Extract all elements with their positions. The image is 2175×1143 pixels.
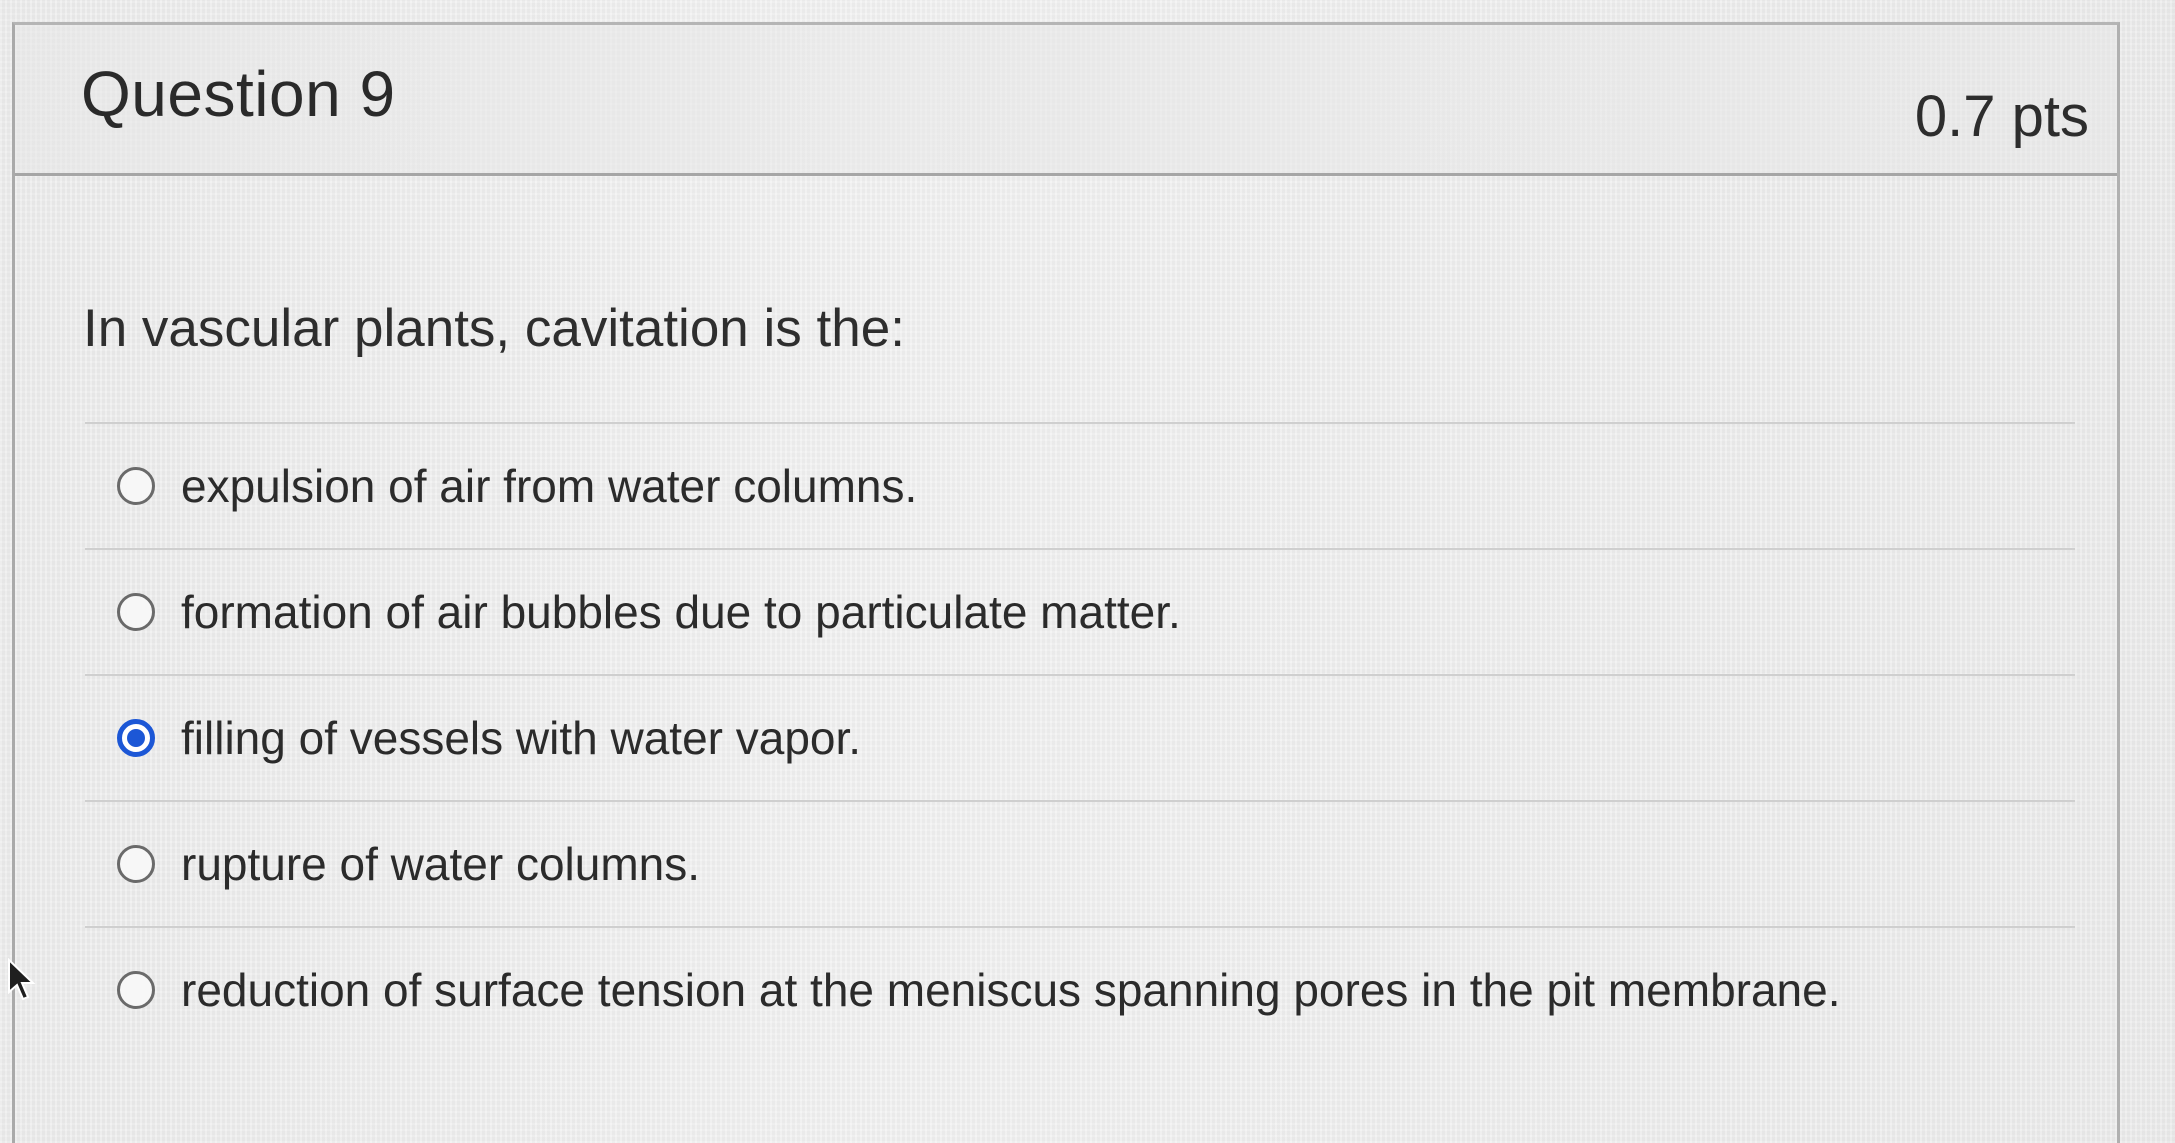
- answer-radio-3-selected[interactable]: [117, 719, 155, 757]
- question-points: 0.7 pts: [1914, 84, 2089, 149]
- answer-option-4[interactable]: rupture of water columns.: [85, 800, 2075, 926]
- answer-option-3[interactable]: filling of vessels with water vapor.: [85, 674, 2075, 800]
- answer-option-2[interactable]: formation of air bubbles due to particul…: [85, 548, 2075, 674]
- mouse-pointer-icon: [8, 958, 36, 1001]
- answer-label-3[interactable]: filling of vessels with water vapor.: [181, 711, 861, 765]
- answer-label-2[interactable]: formation of air bubbles due to particul…: [181, 585, 1181, 639]
- answer-label-4[interactable]: rupture of water columns.: [181, 837, 700, 891]
- quiz-screen: Question 9 0.7 pts In vascular plants, c…: [0, 0, 2175, 1143]
- answer-radio-2[interactable]: [117, 593, 155, 631]
- question-body: In vascular plants, cavitation is the: e…: [15, 176, 2117, 1143]
- question-card: Question 9 0.7 pts In vascular plants, c…: [12, 22, 2120, 1143]
- answer-radio-5[interactable]: [117, 971, 155, 1009]
- answer-option-5[interactable]: reduction of surface tension at the meni…: [85, 926, 2075, 1052]
- answer-label-5[interactable]: reduction of surface tension at the meni…: [181, 963, 1841, 1017]
- question-title: Question 9: [81, 58, 396, 130]
- answer-label-1[interactable]: expulsion of air from water columns.: [181, 459, 917, 513]
- answer-list: expulsion of air from water columns. for…: [85, 422, 2075, 1052]
- question-text: In vascular plants, cavitation is the:: [83, 299, 905, 358]
- answer-radio-1[interactable]: [117, 467, 155, 505]
- answer-radio-4[interactable]: [117, 845, 155, 883]
- answer-option-1[interactable]: expulsion of air from water columns.: [85, 422, 2075, 548]
- question-header: Question 9 0.7 pts: [15, 25, 2117, 176]
